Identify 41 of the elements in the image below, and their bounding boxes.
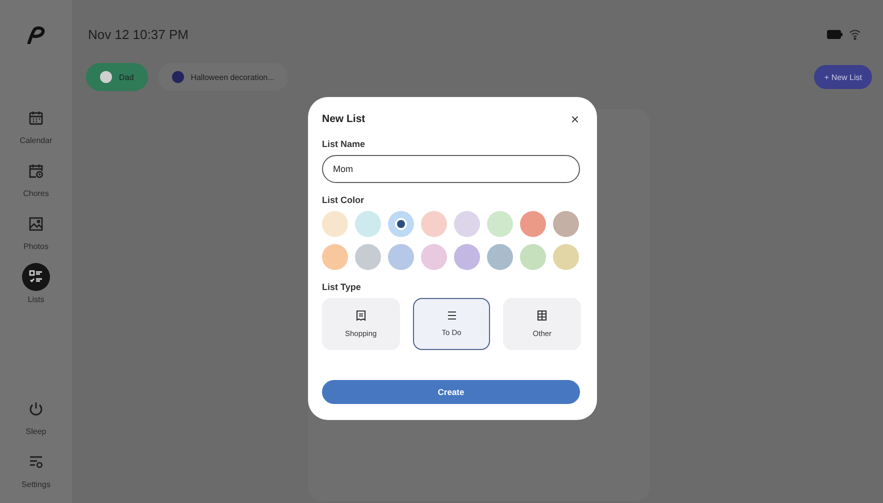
color-swatch[interactable] (388, 211, 414, 237)
color-swatch[interactable] (454, 211, 480, 237)
color-swatch[interactable] (553, 211, 579, 237)
color-swatch[interactable] (421, 211, 447, 237)
field-label: List Color (322, 195, 365, 205)
color-swatch[interactable] (520, 244, 546, 270)
list-icon (28, 269, 44, 285)
date-time: Nov 12 10:37 PM (88, 26, 188, 42)
grid-icon (537, 310, 548, 321)
nav-label[interactable]: Settings (22, 480, 50, 489)
field-label: List Type (322, 282, 362, 292)
color-swatch[interactable] (553, 244, 579, 270)
list-name-field[interactable]: Mom (322, 155, 580, 183)
color-swatch[interactable] (355, 211, 381, 237)
color-swatch[interactable] (487, 244, 513, 270)
color-swatch[interactable] (421, 244, 447, 270)
nav-label[interactable]: Photos (24, 242, 48, 251)
color-swatch[interactable] (388, 244, 414, 270)
nav-label[interactable]: Sleep (26, 427, 46, 436)
dialog-title: New List (322, 113, 366, 125)
color-swatch[interactable] (355, 244, 381, 270)
color-swatch[interactable] (454, 244, 480, 270)
selected-nav-circle[interactable] (22, 263, 50, 291)
color-swatch[interactable] (520, 211, 546, 237)
nav-label[interactable]: Chores (23, 189, 49, 198)
wifi-icon (849, 28, 861, 40)
color-swatch[interactable] (487, 211, 513, 237)
receipt-icon (356, 310, 366, 321)
nav-label[interactable]: Calendar (20, 136, 52, 145)
color-swatch[interactable] (322, 211, 348, 237)
color-swatch[interactable] (322, 244, 348, 270)
filter-chip[interactable]: Dad (86, 63, 148, 91)
create-button[interactable]: Create (322, 380, 580, 404)
list-icon (446, 311, 456, 320)
close-button[interactable]: × (568, 112, 581, 126)
logo-icon (26, 26, 46, 44)
battery-icon (827, 30, 843, 38)
field-label: List Name (322, 139, 366, 149)
new-list-button[interactable]: + New List (814, 65, 872, 89)
filter-chip[interactable]: Halloween decoration... (158, 63, 288, 91)
nav-label[interactable]: Lists (28, 295, 44, 304)
